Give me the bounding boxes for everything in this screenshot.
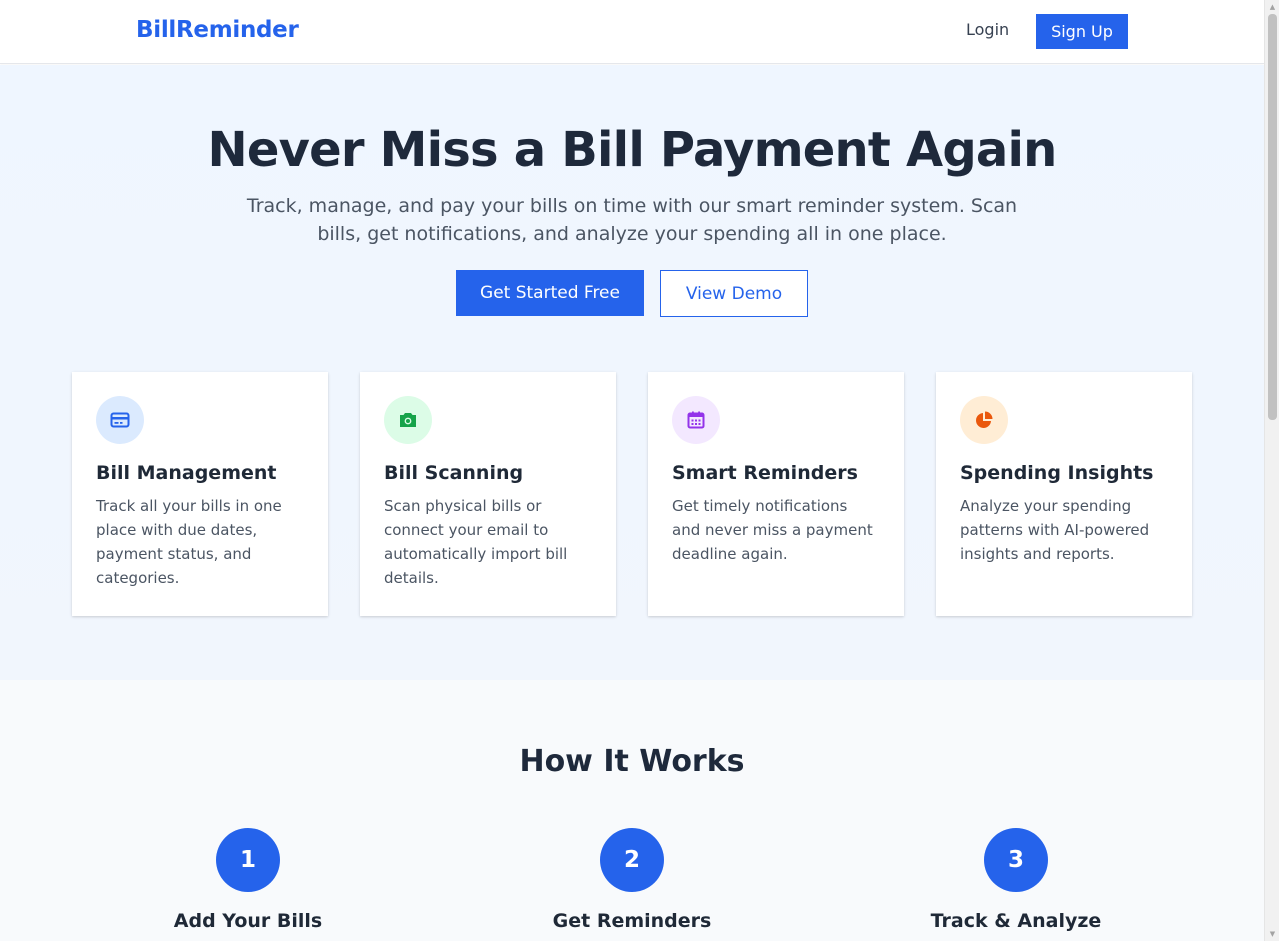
scroll-down-arrow-icon[interactable]: ▼ <box>1265 927 1279 941</box>
step-title: Track & Analyze <box>930 910 1102 932</box>
step-number-badge: 1 <box>216 828 280 892</box>
feature-description: Analyze your spending patterns with AI-p… <box>960 497 1150 563</box>
view-demo-button[interactable]: View Demo <box>660 270 808 317</box>
feature-title: Bill Management <box>96 462 277 484</box>
brand-logo[interactable]: BillReminder <box>136 17 299 43</box>
feature-title: Bill Scanning <box>384 462 524 484</box>
hero-section: Never Miss a Bill Payment Again Track, m… <box>0 65 1264 680</box>
page-scrollbar[interactable]: ▲ ▼ <box>1264 0 1279 941</box>
step-number-badge: 3 <box>984 828 1048 892</box>
camera-icon <box>384 396 432 444</box>
scroll-up-arrow-icon[interactable]: ▲ <box>1265 0 1279 14</box>
pie-chart-icon <box>960 396 1008 444</box>
section-title: How It Works <box>519 744 745 779</box>
scrollbar-thumb[interactable] <box>1268 14 1277 420</box>
signup-button[interactable]: Sign Up <box>1036 14 1128 49</box>
feature-card-bill-management: Bill Management Track all your bills in … <box>72 372 328 616</box>
credit-card-icon <box>96 396 144 444</box>
site-header: BillReminder Login Sign Up <box>0 0 1264 64</box>
login-link[interactable]: Login <box>966 20 1009 39</box>
step-number-badge: 2 <box>600 828 664 892</box>
hero-title: Never Miss a Bill Payment Again <box>207 122 1058 178</box>
step-title: Add Your Bills <box>173 910 323 932</box>
feature-description: Scan physical bills or connect your emai… <box>384 497 568 587</box>
get-started-button[interactable]: Get Started Free <box>456 270 644 316</box>
how-it-works-section: How It Works 1 Add Your Bills 2 Get Remi… <box>0 680 1264 941</box>
feature-description: Get timely notifications and never miss … <box>672 497 873 563</box>
calendar-icon <box>672 396 720 444</box>
feature-title: Smart Reminders <box>672 462 858 484</box>
feature-card-smart-reminders: Smart Reminders Get timely notifications… <box>648 372 904 616</box>
feature-card-spending-insights: Spending Insights Analyze your spending … <box>936 372 1192 616</box>
feature-card-bill-scanning: Bill Scanning Scan physical bills or con… <box>360 372 616 616</box>
step-title: Get Reminders <box>552 910 712 932</box>
feature-description: Track all your bills in one place with d… <box>96 497 282 587</box>
feature-title: Spending Insights <box>960 462 1154 484</box>
hero-subtitle: Track, manage, and pay your bills on tim… <box>246 195 1018 245</box>
